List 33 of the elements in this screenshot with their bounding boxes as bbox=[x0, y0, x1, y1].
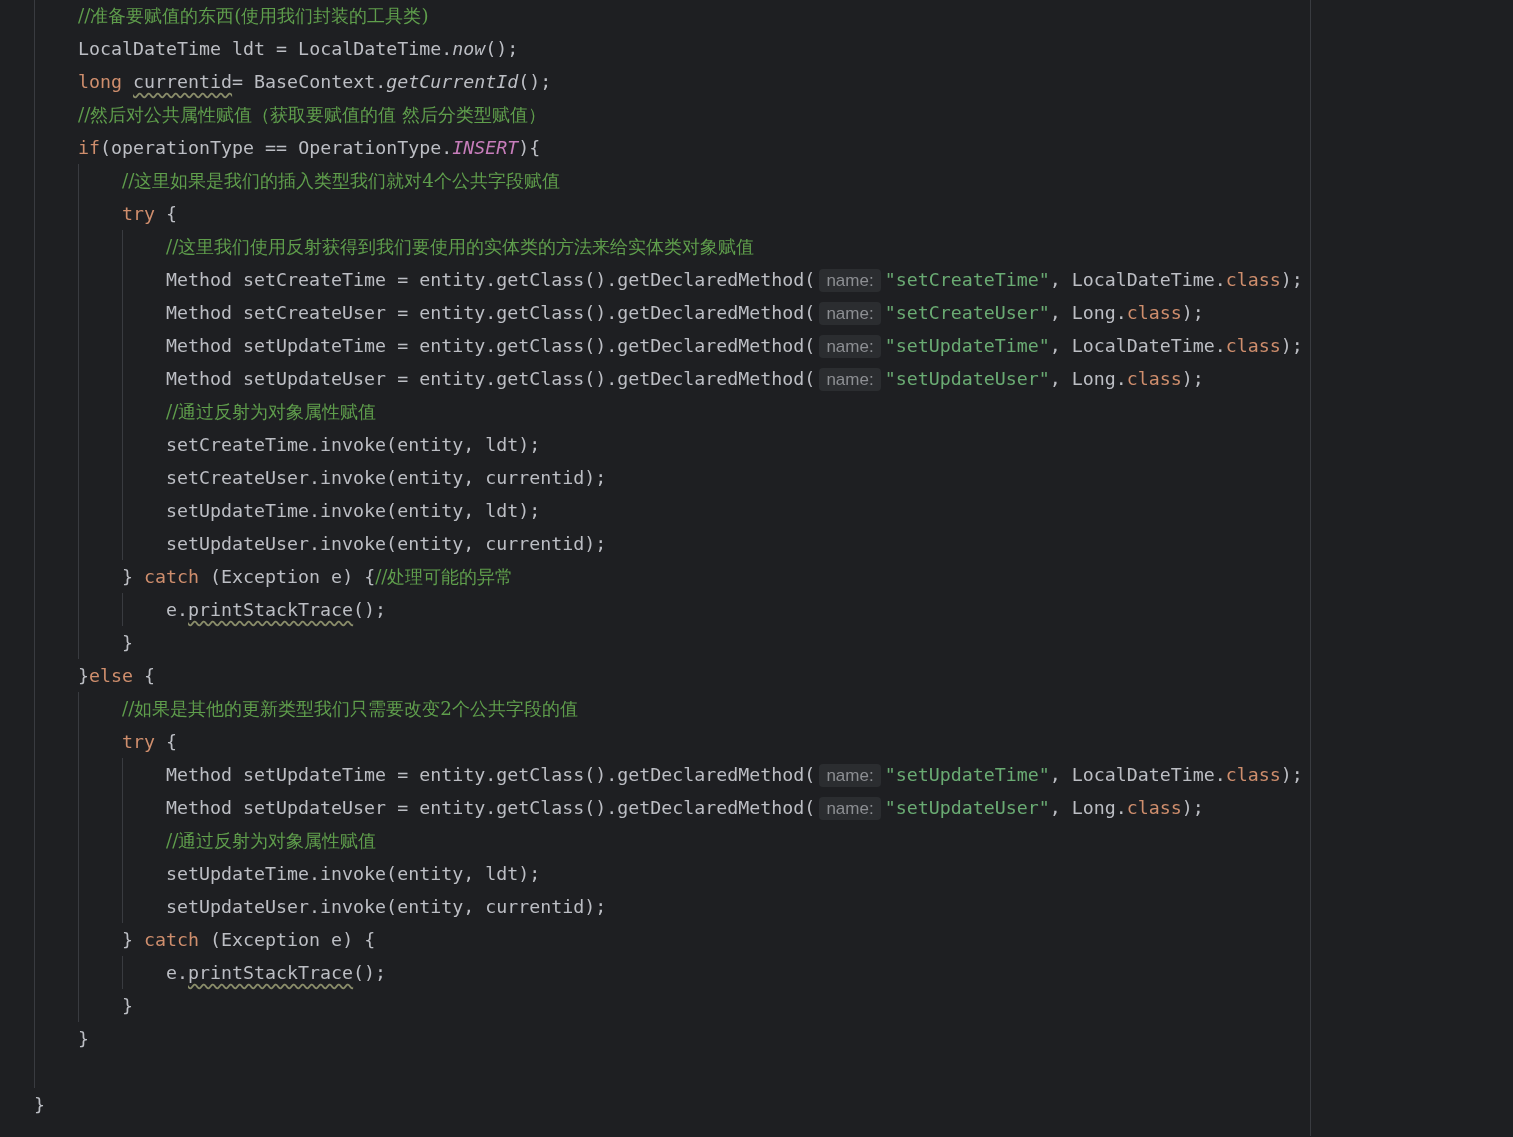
code-line: } bbox=[122, 994, 134, 1018]
code-line: Method setUpdateUser = entity.getClass().getDeclaredMethod( name: "setUpdateUser", Long.class); bbox=[166, 796, 1205, 822]
code-line: }else { bbox=[78, 664, 157, 688]
code-line: LocalDateTime ldt = LocalDateTime.now(); bbox=[78, 37, 520, 61]
code-line: setCreateTime.invoke(entity, ldt); bbox=[166, 433, 542, 457]
code-line: Method setUpdateTime = entity.getClass().getDeclaredMethod( name: "setUpdateTime", LocalDateTime.class); bbox=[166, 334, 1304, 360]
code-line: //通过反射为对象属性赋值 bbox=[166, 400, 378, 424]
code-line: //如果是其他的更新类型我们只需要改变2个公共字段的值 bbox=[122, 697, 579, 721]
code-line: //通过反射为对象属性赋值 bbox=[166, 829, 378, 853]
code-line: Method setCreateTime = entity.getClass().getDeclaredMethod( name: "setCreateTime", LocalDateTime.class); bbox=[166, 268, 1304, 294]
code-line: try { bbox=[122, 730, 179, 754]
code-line: Method setUpdateTime = entity.getClass().getDeclaredMethod( name: "setUpdateTime", LocalDateTime.class); bbox=[166, 763, 1304, 789]
code-line: //这里我们使用反射获得到我们要使用的实体类的方法来给实体类对象赋值 bbox=[166, 235, 756, 259]
code-line: } catch (Exception e) { bbox=[122, 928, 377, 952]
code-line: setUpdateUser.invoke(entity, currentid); bbox=[166, 532, 608, 556]
code-line: setUpdateTime.invoke(entity, ldt); bbox=[166, 862, 542, 886]
code-line: Method setUpdateUser = entity.getClass().getDeclaredMethod( name: "setUpdateUser", Long.class); bbox=[166, 367, 1205, 393]
code-line: e.printStackTrace(); bbox=[166, 598, 388, 622]
code-line: //这里如果是我们的插入类型我们就对4个公共字段赋值 bbox=[122, 169, 561, 193]
code-line: //然后对公共属性赋值（获取要赋值的值 然后分类型赋值） bbox=[78, 103, 548, 127]
code-line: setUpdateTime.invoke(entity, ldt); bbox=[166, 499, 542, 523]
code-line: try { bbox=[122, 202, 179, 226]
code-line: setUpdateUser.invoke(entity, currentid); bbox=[166, 895, 608, 919]
code-line: Method setCreateUser = entity.getClass().getDeclaredMethod( name: "setCreateUser", Long.class); bbox=[166, 301, 1205, 327]
code-line: long currentid= BaseContext.getCurrentId(); bbox=[78, 70, 553, 94]
code-line: } bbox=[122, 631, 134, 655]
code-line: } bbox=[78, 1027, 90, 1051]
code-line: } catch (Exception e) {//处理可能的异常 bbox=[122, 565, 515, 589]
code-line: setCreateUser.invoke(entity, currentid); bbox=[166, 466, 608, 490]
code-line: //准备要赋值的东西(使用我们封装的工具类) bbox=[78, 4, 430, 28]
code-line: e.printStackTrace(); bbox=[166, 961, 388, 985]
code-line: if(operationType == OperationType.INSERT){ bbox=[78, 136, 542, 160]
code-line: } bbox=[34, 1093, 46, 1117]
